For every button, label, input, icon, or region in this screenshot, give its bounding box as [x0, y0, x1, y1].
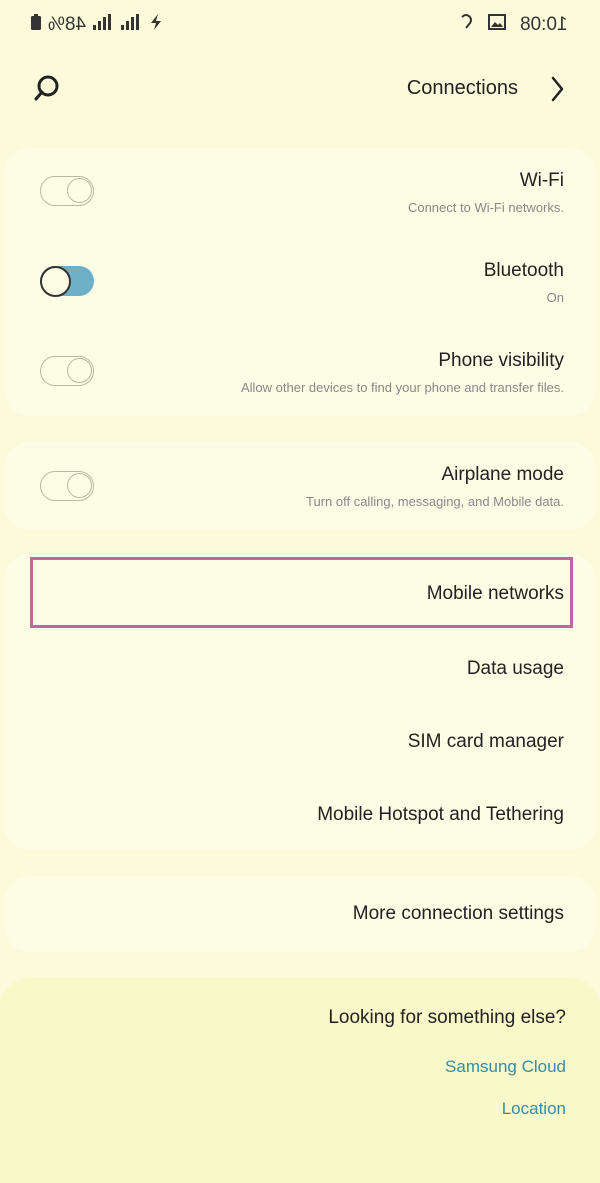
bluetooth-row[interactable]: Bluetooth On	[4, 238, 596, 326]
connectivity-card: Wi-Fi Connect to Wi-Fi networks. Bluetoo…	[4, 148, 596, 416]
data-usage-label: Data usage	[466, 658, 564, 679]
app-header: Connections	[0, 60, 600, 116]
sim-manager-label: SIM card manager	[407, 731, 564, 752]
menu-item-more-settings[interactable]: More connection settings	[4, 876, 596, 952]
more-settings-label: More connection settings	[352, 903, 564, 924]
airplane-row[interactable]: Airplane mode Turn off calling, messagin…	[4, 442, 596, 530]
search-button[interactable]	[30, 72, 64, 106]
back-button[interactable]	[544, 74, 570, 104]
airplane-toggle[interactable]	[40, 471, 94, 501]
chevron-back-icon	[551, 76, 564, 102]
search-icon	[34, 75, 59, 101]
toggle-knob	[67, 178, 92, 203]
mobile-networks-label: Mobile networks	[426, 583, 564, 604]
menu-item-hotspot[interactable]: Mobile Hotspot and Tethering	[4, 778, 596, 850]
battery-icon	[30, 13, 42, 37]
phone-visibility-toggle[interactable]	[40, 356, 94, 386]
more-settings-card: More connection settings	[4, 876, 596, 952]
status-right-icons: 10:08	[458, 13, 568, 37]
menu-item-mobile-networks[interactable]: Mobile networks	[4, 554, 596, 630]
wifi-toggle[interactable]	[40, 176, 94, 206]
phone-visibility-subtitle: Allow other devices to find your phone a…	[240, 380, 564, 395]
clock: 10:08	[520, 14, 568, 35]
toggle-knob	[67, 358, 92, 383]
airplane-card: Airplane mode Turn off calling, messagin…	[4, 442, 596, 530]
charging-icon	[148, 13, 164, 37]
bluetooth-toggle[interactable]	[40, 266, 94, 297]
menu-item-sim-manager[interactable]: SIM card manager	[4, 704, 596, 778]
signal-icon	[92, 13, 114, 37]
suggestions-heading: Looking for something else?	[328, 1007, 566, 1028]
wifi-subtitle: Connect to Wi-Fi networks.	[407, 200, 564, 215]
hotspot-label: Mobile Hotspot and Tethering	[317, 804, 564, 825]
wifi-title: Wi-Fi	[519, 170, 564, 191]
link-location[interactable]: Location	[502, 1099, 566, 1119]
airplane-subtitle: Turn off calling, messaging, and Mobile …	[306, 494, 564, 509]
bluetooth-subtitle: On	[546, 290, 564, 305]
airplane-title: Airplane mode	[441, 464, 564, 485]
page-title: Connections	[406, 77, 518, 99]
toggle-knob	[40, 266, 71, 297]
battery-percent: 48%	[48, 14, 87, 35]
suggestions-card: Looking for something else? Samsung Clou…	[0, 978, 600, 1183]
phone-visibility-title: Phone visibility	[438, 350, 564, 371]
menu-item-data-usage[interactable]: Data usage	[4, 630, 596, 704]
hotspot-icon	[458, 13, 474, 37]
bluetooth-title: Bluetooth	[483, 260, 564, 281]
signal-icon	[120, 13, 142, 37]
image-icon	[488, 14, 507, 36]
phone-visibility-row[interactable]: Phone visibility Allow other devices to …	[4, 328, 596, 416]
toggle-knob	[67, 473, 92, 498]
status-left-icons: 48%	[30, 13, 164, 37]
status-bar: 48% 10:08	[0, 0, 600, 48]
link-samsung-cloud[interactable]: Samsung Cloud	[445, 1057, 566, 1077]
network-menu-card: Mobile networks Data usage SIM card mana…	[4, 554, 596, 850]
wifi-row[interactable]: Wi-Fi Connect to Wi-Fi networks.	[4, 148, 596, 236]
